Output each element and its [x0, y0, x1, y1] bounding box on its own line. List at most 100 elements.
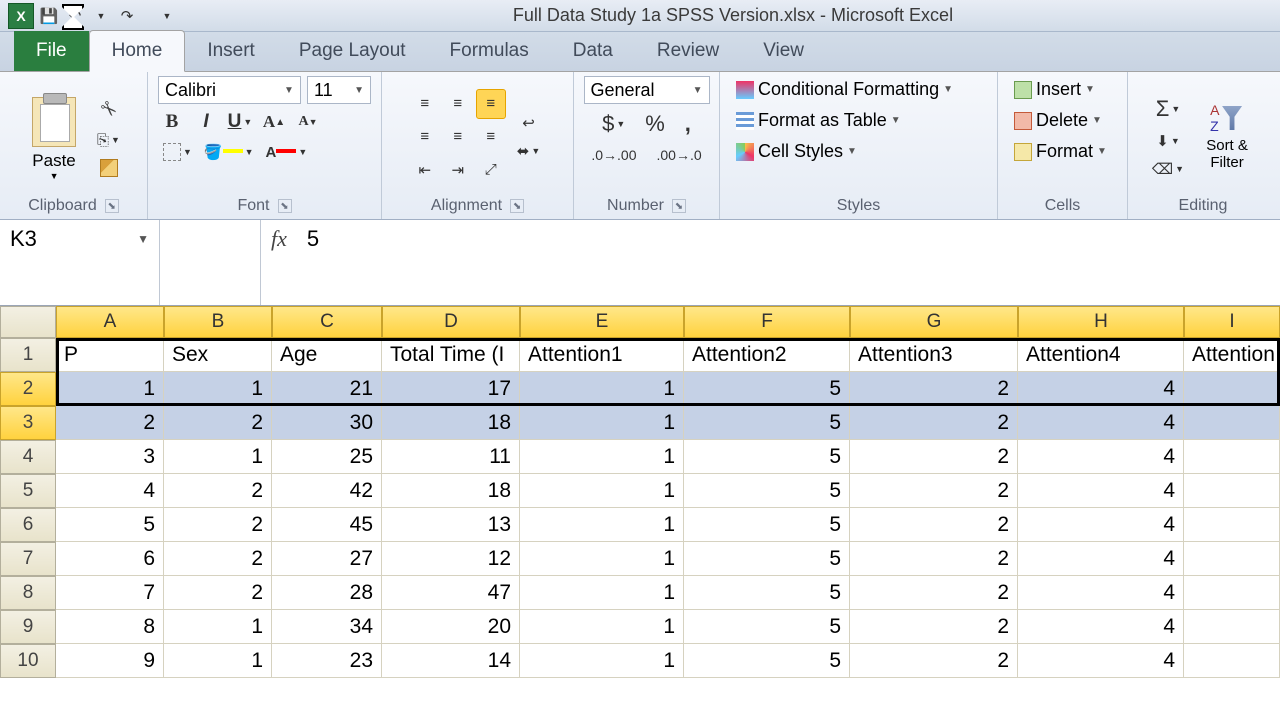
bold-button[interactable]: B [158, 108, 186, 136]
cell[interactable]: 2 [850, 440, 1018, 474]
cell[interactable]: 13 [382, 508, 520, 542]
cell[interactable]: 2 [850, 644, 1018, 678]
cell[interactable]: 14 [382, 644, 520, 678]
accounting-button[interactable]: $▼ [597, 108, 630, 140]
grow-font-button[interactable]: A▲ [260, 108, 288, 136]
font-color-button[interactable]: A▼ [261, 141, 313, 164]
italic-button[interactable]: I [192, 108, 220, 136]
underline-button[interactable]: U▼ [226, 108, 254, 136]
cell[interactable]: Attention3 [850, 338, 1018, 372]
cell[interactable]: P [56, 338, 164, 372]
cell[interactable]: 34 [272, 610, 382, 644]
copy-button[interactable]: ⎘▼ [92, 129, 125, 152]
formula-input[interactable]: fx 5 [260, 220, 1280, 305]
cell[interactable]: 18 [382, 474, 520, 508]
cell[interactable]: 1 [520, 576, 684, 610]
save-icon[interactable]: 💾 [38, 5, 60, 27]
cell[interactable]: 1 [520, 372, 684, 406]
tab-review[interactable]: Review [635, 31, 741, 71]
column-header-E[interactable]: E [520, 306, 684, 338]
cell[interactable]: 4 [1018, 576, 1184, 610]
cell[interactable]: 8 [56, 610, 164, 644]
cell[interactable]: 1 [164, 610, 272, 644]
cell[interactable]: 2 [850, 372, 1018, 406]
row-header-10[interactable]: 10 [0, 644, 56, 678]
cell[interactable] [1184, 440, 1280, 474]
cell[interactable]: 4 [1018, 406, 1184, 440]
select-all-corner[interactable] [0, 306, 56, 338]
cell[interactable]: 1 [164, 644, 272, 678]
cell[interactable]: 5 [684, 610, 850, 644]
cell[interactable]: 1 [520, 508, 684, 542]
font-dialog-icon[interactable]: ⬊ [278, 199, 292, 213]
cell[interactable]: Attention4 [1018, 338, 1184, 372]
cell[interactable]: 4 [1018, 474, 1184, 508]
cell[interactable]: 5 [684, 372, 850, 406]
column-header-I[interactable]: I [1184, 306, 1280, 338]
cell[interactable]: 7 [56, 576, 164, 610]
cell[interactable]: 2 [164, 576, 272, 610]
cell[interactable]: 1 [520, 474, 684, 508]
decrease-indent-button[interactable]: ⇤ [410, 155, 440, 185]
align-top-button[interactable]: ≡ [410, 89, 440, 119]
cell[interactable]: 21 [272, 372, 382, 406]
cell[interactable]: 2 [850, 542, 1018, 576]
increase-decimal-button[interactable]: .0→.00 [586, 144, 641, 166]
cell[interactable]: 1 [164, 440, 272, 474]
cell[interactable]: 1 [520, 406, 684, 440]
cell[interactable]: 2 [850, 508, 1018, 542]
cell[interactable]: 12 [382, 542, 520, 576]
cell[interactable]: 2 [56, 406, 164, 440]
row-header-1[interactable]: 1 [0, 338, 56, 372]
row-header-7[interactable]: 7 [0, 542, 56, 576]
clear-button[interactable]: ⌫▼ [1147, 157, 1189, 181]
percent-button[interactable]: % [640, 108, 670, 140]
cell[interactable]: 9 [56, 644, 164, 678]
format-as-table-button[interactable]: Format as Table▼ [730, 107, 907, 134]
conditional-formatting-button[interactable]: Conditional Formatting▼ [730, 76, 959, 103]
cell[interactable]: 5 [684, 508, 850, 542]
row-header-9[interactable]: 9 [0, 610, 56, 644]
cell[interactable]: 2 [164, 474, 272, 508]
align-right-button[interactable]: ≡ [476, 122, 506, 152]
row-header-3[interactable]: 3 [0, 406, 56, 440]
row-header-6[interactable]: 6 [0, 508, 56, 542]
column-header-A[interactable]: A [56, 306, 164, 338]
cell[interactable] [1184, 474, 1280, 508]
number-dialog-icon[interactable]: ⬊ [672, 199, 686, 213]
align-middle-button[interactable]: ≡ [443, 89, 473, 119]
cell[interactable]: 4 [1018, 372, 1184, 406]
cell[interactable]: 5 [684, 406, 850, 440]
cell[interactable] [1184, 644, 1280, 678]
cell[interactable]: 5 [684, 440, 850, 474]
cell[interactable]: 25 [272, 440, 382, 474]
cell[interactable]: 1 [56, 372, 164, 406]
cell[interactable]: 1 [520, 440, 684, 474]
cell[interactable]: 6 [56, 542, 164, 576]
tab-view[interactable]: View [741, 31, 826, 71]
redo-icon[interactable]: ↷ [116, 5, 138, 27]
cell[interactable]: 4 [56, 474, 164, 508]
cell[interactable]: 2 [850, 474, 1018, 508]
sort-filter-button[interactable]: Sort & Filter [1195, 102, 1259, 171]
cell[interactable]: 4 [1018, 610, 1184, 644]
cell[interactable]: 30 [272, 406, 382, 440]
paste-button[interactable]: Paste ▼ [22, 93, 86, 181]
row-header-5[interactable]: 5 [0, 474, 56, 508]
cell[interactable]: 23 [272, 644, 382, 678]
cell[interactable]: 17 [382, 372, 520, 406]
fill-color-button[interactable]: 🪣▼ [199, 140, 259, 164]
cell[interactable]: 2 [164, 406, 272, 440]
tab-data[interactable]: Data [551, 31, 635, 71]
tab-formulas[interactable]: Formulas [428, 31, 551, 71]
cell[interactable] [1184, 508, 1280, 542]
column-header-D[interactable]: D [382, 306, 520, 338]
column-header-C[interactable]: C [272, 306, 382, 338]
cell[interactable]: 5 [684, 576, 850, 610]
cell[interactable]: Attention [1184, 338, 1280, 372]
tab-home[interactable]: Home [89, 30, 186, 72]
cell[interactable]: 2 [850, 610, 1018, 644]
merge-center-button[interactable]: ⬌▼ [512, 139, 546, 163]
decrease-decimal-button[interactable]: .00→.0 [652, 144, 707, 166]
row-header-8[interactable]: 8 [0, 576, 56, 610]
